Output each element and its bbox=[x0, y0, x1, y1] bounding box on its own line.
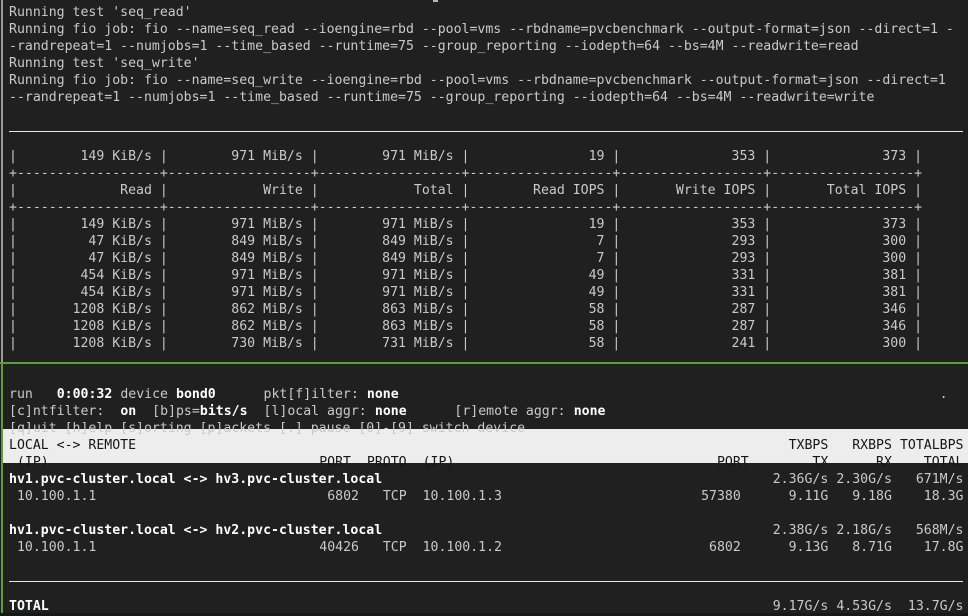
blank-line bbox=[0, 505, 968, 522]
pane-border-left-bottom bbox=[1, 363, 3, 616]
table-row: | 47 KiB/s | 849 MiB/s | 849 MiB/s | 7 |… bbox=[0, 250, 968, 267]
fio-log-text: --randrepeat=1 --numjobs=1 --time_based … bbox=[9, 89, 874, 106]
fio-log-text: Running fio job: fio --name=seq_read --i… bbox=[9, 21, 954, 38]
fio-log-line: --randrepeat=1 --numjobs=1 --time_based … bbox=[0, 89, 968, 106]
table-row: | 47 KiB/s | 849 MiB/s | 849 MiB/s | 7 |… bbox=[0, 233, 968, 250]
connection-detail-row: 10.100.1.140426TCP10.100.1.268029.13G8.7… bbox=[0, 539, 968, 556]
connection-hosts-row: hv1.pvc-cluster.local <-> hv3.pvc-cluste… bbox=[0, 471, 968, 488]
table-border-row: +------------------+------------------+-… bbox=[0, 199, 968, 216]
table-row: | 1208 KiB/s | 862 MiB/s | 863 MiB/s | 5… bbox=[0, 318, 968, 335]
separator-line bbox=[0, 131, 968, 148]
fio-log-line: -randrepeat=1 --numjobs=1 --time_based -… bbox=[0, 38, 968, 55]
fio-log-line: Running test 'seq_read' bbox=[0, 4, 968, 21]
fio-log-line: Running test 'seq_write' bbox=[0, 55, 968, 72]
terminal-screen: Running test 'seq_read' Running fio job:… bbox=[0, 0, 968, 616]
horizontal-rule bbox=[9, 581, 963, 582]
fio-log-line: Running fio job: fio --name=seq_write --… bbox=[0, 72, 968, 89]
table-overflow-row: | 149 KiB/s | 971 MiB/s | 971 MiB/s | 19… bbox=[0, 148, 968, 165]
monitor-options-line: [c]ntfilter:on[b]ps=bits/s[l]ocal aggr:n… bbox=[0, 403, 968, 420]
blank-line bbox=[0, 106, 968, 123]
connection-hosts-row: hv1.pvc-cluster.local <-> hv2.pvc-cluste… bbox=[0, 522, 968, 539]
fio-log-line: Running fio job: fio --name=seq_read --i… bbox=[0, 21, 968, 38]
fio-log-text: Running test 'seq_read' bbox=[9, 4, 192, 21]
table-row: | 1208 KiB/s | 862 MiB/s | 863 MiB/s | 5… bbox=[0, 301, 968, 318]
separator-line bbox=[0, 581, 968, 598]
monitor-help-line: [q]uit [h]elp [s]orting [p]ackets [.] pa… bbox=[0, 420, 968, 437]
connection-detail-row: 10.100.1.16802TCP10.100.1.3573809.11G9.1… bbox=[0, 488, 968, 505]
fio-log-text: Running test 'seq_write' bbox=[9, 55, 200, 72]
clipped-text-remnant bbox=[433, 0, 438, 2]
blank-line bbox=[0, 352, 968, 369]
monitor-column-header-2: (IP)PORTPROTO(IP)PORTTXRXTOTAL bbox=[0, 454, 968, 471]
table-row: | 149 KiB/s | 971 MiB/s | 971 MiB/s | 19… bbox=[0, 216, 968, 233]
monitor-help-text: [q]uit [h]elp [s]orting [p]ackets [.] pa… bbox=[9, 420, 525, 437]
pane-divider bbox=[0, 362, 968, 364]
fio-log-text: -randrepeat=1 --numjobs=1 --time_based -… bbox=[9, 38, 859, 55]
table-border-row: +------------------+------------------+-… bbox=[0, 165, 968, 182]
table-row: | 454 KiB/s | 971 MiB/s | 971 MiB/s | 49… bbox=[0, 284, 968, 301]
horizontal-rule bbox=[9, 131, 963, 132]
monitor-column-header-1: LOCAL <-> REMOTETXBPSRXBPSTOTALBPS bbox=[0, 437, 968, 454]
table-row: | 1208 KiB/s | 730 MiB/s | 731 MiB/s | 5… bbox=[0, 335, 968, 352]
blank-line bbox=[0, 369, 968, 386]
pane-border-left-top bbox=[1, 0, 3, 363]
table-header-row: | Read | Write | Total | Read IOPS | Wri… bbox=[0, 182, 968, 199]
monitor-status-line: run0:00:32devicebond0pkt[f]ilter:none. bbox=[0, 386, 968, 403]
table-row: | 454 KiB/s | 971 MiB/s | 971 MiB/s | 49… bbox=[0, 267, 968, 284]
fio-log-text: Running fio job: fio --name=seq_write --… bbox=[9, 72, 946, 89]
blank-line bbox=[0, 556, 968, 573]
